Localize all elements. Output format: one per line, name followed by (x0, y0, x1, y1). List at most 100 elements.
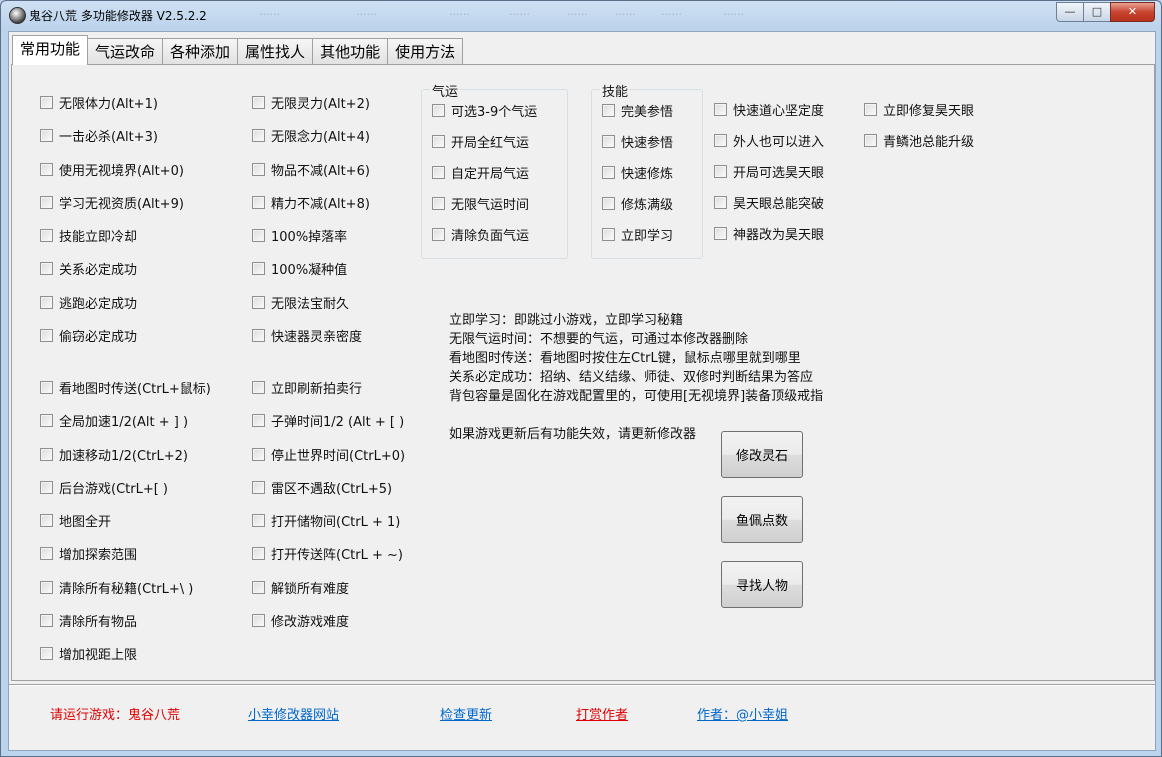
option-checkbox[interactable]: 打开传送阵(CtrL + ~) (252, 544, 403, 563)
checkbox-box[interactable] (714, 134, 727, 147)
option-checkbox[interactable]: 学习无视资质(Alt+9) (40, 193, 184, 212)
option-checkbox[interactable]: 清除所有秘籍(CtrL+\ ) (40, 578, 193, 597)
checkbox-box[interactable] (40, 196, 53, 209)
option-checkbox[interactable]: 立即修复昊天眼 (864, 100, 974, 119)
option-checkbox[interactable]: 100%凝种值 (252, 259, 347, 278)
checkbox-box[interactable] (40, 614, 53, 627)
option-checkbox[interactable]: 增加视距上限 (40, 644, 137, 663)
checkbox-box[interactable] (40, 229, 53, 242)
checkbox-box[interactable] (602, 104, 615, 117)
checkbox-box[interactable] (432, 166, 445, 179)
option-checkbox[interactable]: 快速器灵亲密度 (252, 326, 362, 345)
checkbox-box[interactable] (252, 329, 265, 342)
close-button[interactable]: ✕ (1110, 2, 1155, 22)
checkbox-box[interactable] (432, 197, 445, 210)
checkbox-box[interactable] (714, 165, 727, 178)
option-checkbox[interactable]: 立即刷新拍卖行 (252, 378, 362, 397)
checkbox-box[interactable] (40, 647, 53, 660)
checkbox-box[interactable] (40, 381, 53, 394)
option-checkbox[interactable]: 偷窃必定成功 (40, 326, 137, 345)
checkbox-box[interactable] (714, 103, 727, 116)
option-checkbox[interactable]: 精力不减(Alt+8) (252, 193, 370, 212)
option-checkbox[interactable]: 昊天眼总能突破 (714, 193, 824, 212)
checkbox-box[interactable] (40, 414, 53, 427)
option-checkbox[interactable]: 加速移动1/2(CtrL+2) (40, 445, 188, 464)
option-checkbox[interactable]: 关系必定成功 (40, 259, 137, 278)
option-checkbox[interactable]: 地图全开 (40, 511, 111, 530)
checkbox-box[interactable] (252, 481, 265, 494)
checkbox-box[interactable] (864, 134, 877, 147)
checkbox-box[interactable] (602, 197, 615, 210)
checkbox-box[interactable] (252, 514, 265, 527)
fish-pendant-points-button[interactable]: 鱼佩点数 (721, 496, 803, 543)
tab-other[interactable]: 其他功能 (312, 38, 389, 65)
checkbox-box[interactable] (432, 104, 445, 117)
check-update-link[interactable]: 检查更新 (440, 704, 492, 723)
tab-fortune[interactable]: 气运改命 (87, 38, 164, 65)
option-checkbox[interactable]: 技能立即冷却 (40, 226, 137, 245)
option-checkbox[interactable]: 自定开局气运 (432, 163, 529, 182)
checkbox-box[interactable] (252, 547, 265, 560)
checkbox-box[interactable] (252, 129, 265, 142)
option-checkbox[interactable]: 无限念力(Alt+4) (252, 126, 370, 145)
modify-spirit-stones-button[interactable]: 修改灵石 (721, 431, 803, 478)
checkbox-box[interactable] (252, 381, 265, 394)
author-link[interactable]: 作者：@小幸姐 (697, 704, 788, 723)
option-checkbox[interactable]: 无限气运时间 (432, 194, 529, 213)
option-checkbox[interactable]: 子弹时间1/2 (Alt + [ ) (252, 411, 404, 430)
checkbox-box[interactable] (40, 448, 53, 461)
checkbox-box[interactable] (602, 228, 615, 241)
option-checkbox[interactable]: 修炼满级 (602, 194, 673, 213)
option-checkbox[interactable]: 快速参悟 (602, 132, 673, 151)
option-checkbox[interactable]: 可选3-9个气运 (432, 101, 537, 120)
option-checkbox[interactable]: 立即学习 (602, 225, 673, 244)
option-checkbox[interactable]: 无限法宝耐久 (252, 293, 349, 312)
checkbox-box[interactable] (432, 228, 445, 241)
option-checkbox[interactable]: 无限体力(Alt+1) (40, 93, 158, 112)
checkbox-box[interactable] (40, 262, 53, 275)
option-checkbox[interactable]: 全局加速1/2(Alt + ] ) (40, 411, 188, 430)
option-checkbox[interactable]: 快速道心坚定度 (714, 100, 824, 119)
checkbox-box[interactable] (864, 103, 877, 116)
option-checkbox[interactable]: 增加探索范围 (40, 544, 137, 563)
checkbox-box[interactable] (252, 296, 265, 309)
checkbox-box[interactable] (714, 196, 727, 209)
checkbox-box[interactable] (40, 329, 53, 342)
option-checkbox[interactable]: 看地图时传送(CtrL+鼠标) (40, 378, 211, 397)
option-checkbox[interactable]: 开局全红气运 (432, 132, 529, 151)
checkbox-box[interactable] (40, 129, 53, 142)
checkbox-box[interactable] (40, 547, 53, 560)
checkbox-box[interactable] (252, 229, 265, 242)
minimize-button[interactable]: — (1056, 2, 1084, 22)
checkbox-box[interactable] (40, 581, 53, 594)
option-checkbox[interactable]: 外人也可以进入 (714, 131, 824, 150)
option-checkbox[interactable]: 一击必杀(Alt+3) (40, 126, 158, 145)
option-checkbox[interactable]: 后台游戏(CtrL+[ ) (40, 478, 168, 497)
checkbox-box[interactable] (252, 163, 265, 176)
checkbox-box[interactable] (252, 96, 265, 109)
option-checkbox[interactable]: 无限灵力(Alt+2) (252, 93, 370, 112)
checkbox-box[interactable] (252, 196, 265, 209)
checkbox-box[interactable] (40, 163, 53, 176)
option-checkbox[interactable]: 青鳞池总能升级 (864, 131, 974, 150)
checkbox-box[interactable] (252, 614, 265, 627)
checkbox-box[interactable] (432, 135, 445, 148)
title-bar[interactable]: 鬼谷八荒 多功能修改器 V2.5.2.2 ······ ······ ·····… (1, 1, 1161, 29)
website-link[interactable]: 小幸修改器网站 (248, 704, 339, 723)
option-checkbox[interactable]: 逃跑必定成功 (40, 293, 137, 312)
tab-attributes[interactable]: 属性找人 (237, 38, 314, 65)
checkbox-box[interactable] (40, 296, 53, 309)
option-checkbox[interactable]: 修改游戏难度 (252, 611, 349, 630)
option-checkbox[interactable]: 快速修炼 (602, 163, 673, 182)
checkbox-box[interactable] (252, 262, 265, 275)
option-checkbox[interactable]: 雷区不遇敌(CtrL+5) (252, 478, 392, 497)
checkbox-box[interactable] (40, 514, 53, 527)
option-checkbox[interactable]: 解锁所有难度 (252, 578, 349, 597)
option-checkbox[interactable]: 清除负面气运 (432, 225, 529, 244)
maximize-button[interactable]: □ (1083, 2, 1111, 22)
tab-add-items[interactable]: 各种添加 (162, 38, 239, 65)
checkbox-box[interactable] (252, 581, 265, 594)
tab-usage[interactable]: 使用方法 (387, 38, 464, 65)
checkbox-box[interactable] (252, 414, 265, 427)
option-checkbox[interactable]: 停止世界时间(CtrL+0) (252, 445, 405, 464)
